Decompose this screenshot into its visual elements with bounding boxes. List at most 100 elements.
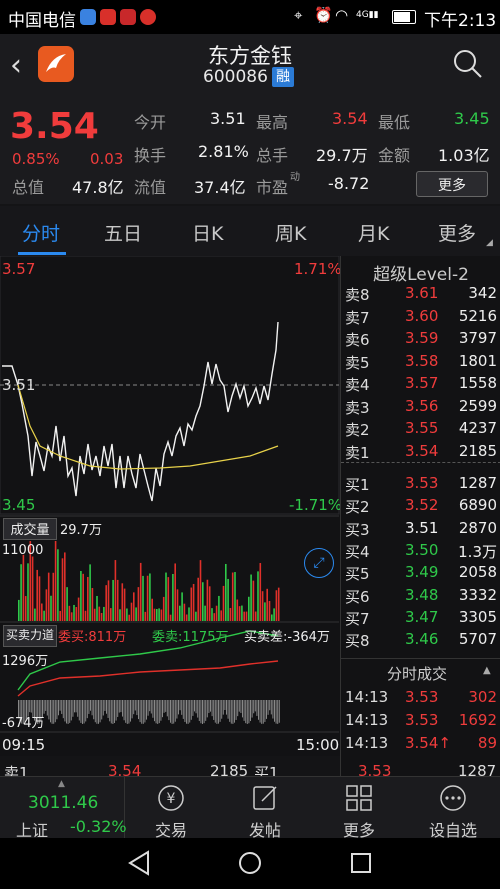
volume-bar bbox=[153, 608, 156, 621]
bid-row[interactable]: 买5 3.49 2058 bbox=[341, 563, 500, 585]
tab-weekly-k[interactable]: 周K bbox=[275, 219, 306, 246]
power-diff-bar bbox=[86, 700, 88, 719]
battery-icon bbox=[392, 10, 416, 24]
ask-row[interactable]: 卖6 3.59 3797 bbox=[341, 329, 500, 351]
volume-bar bbox=[36, 569, 38, 621]
power-diff-bar bbox=[226, 700, 227, 715]
volume-bar bbox=[199, 560, 202, 621]
app-logo bbox=[38, 46, 74, 82]
expand-up-icon: ▲ bbox=[58, 779, 65, 789]
bid-row[interactable]: 买8 3.46 5707 bbox=[341, 630, 500, 652]
power-diff-bar bbox=[64, 700, 66, 722]
power-diff-bar bbox=[264, 700, 266, 722]
ask-volume: 1801 bbox=[458, 351, 497, 370]
power-label[interactable]: 买卖力道 bbox=[3, 625, 57, 647]
power-diff-bar bbox=[230, 700, 232, 724]
bid-power-line bbox=[17, 630, 279, 691]
bid-power: 委卖:1175万 bbox=[152, 630, 229, 645]
volume-bar bbox=[116, 579, 119, 621]
expand-icon[interactable]: ⤢ bbox=[304, 548, 334, 578]
bid-row[interactable]: 买2 3.52 6890 bbox=[341, 496, 500, 518]
system-home-icon[interactable] bbox=[239, 852, 261, 874]
intraday-chart[interactable]: 3.57 1.71% 3.51 3.45 -1.71% 成交量 29.7万 11… bbox=[0, 256, 342, 756]
ask-row[interactable]: 卖7 3.60 5216 bbox=[341, 307, 500, 329]
power-diff-bar bbox=[205, 700, 207, 721]
power-diff-bar bbox=[163, 700, 165, 713]
more-button[interactable]: 更多 bbox=[316, 777, 402, 840]
volume-bar bbox=[89, 564, 91, 621]
bid-volume: 1287 bbox=[458, 474, 497, 492]
location-icon: ⌖ bbox=[294, 6, 303, 24]
level2-title[interactable]: 超级Level-2 bbox=[341, 260, 500, 285]
tick-row: 14:13 3.54↑ 89 bbox=[341, 734, 500, 756]
ask-price: 3.59 bbox=[405, 329, 439, 347]
system-recents-icon[interactable] bbox=[351, 853, 371, 873]
power-diff-bar bbox=[123, 700, 125, 721]
bid-row[interactable]: 买4 3.50 1.3万 bbox=[341, 541, 500, 563]
bid-row[interactable]: 买7 3.47 3305 bbox=[341, 608, 500, 630]
price-line bbox=[2, 321, 279, 502]
float-value: 37.4亿 bbox=[194, 178, 246, 197]
collapse-icon[interactable]: ▲ bbox=[483, 665, 491, 676]
volume-bar bbox=[54, 541, 57, 621]
volume-label[interactable]: 成交量 bbox=[3, 518, 57, 540]
bid-volume: 2058 bbox=[458, 563, 497, 582]
power-diff-bar bbox=[256, 700, 258, 716]
bid-price: 3.52 bbox=[405, 496, 439, 515]
volume-bar bbox=[112, 579, 114, 621]
volume-bar bbox=[243, 611, 245, 621]
power-diff-bar bbox=[99, 700, 101, 723]
search-icon[interactable] bbox=[452, 48, 484, 84]
ask-volume: 342 bbox=[468, 284, 497, 302]
index-value: 3011.46 bbox=[28, 793, 99, 813]
pe-value: -8.72 bbox=[328, 174, 370, 193]
ask-price: 3.57 bbox=[405, 374, 439, 392]
volume-bar bbox=[128, 614, 130, 621]
power-diff-bar bbox=[181, 700, 183, 715]
power-diff-bar bbox=[107, 700, 109, 718]
bid-row[interactable]: 买1 3.53 1287 bbox=[341, 474, 500, 496]
post-button[interactable]: 发帖 bbox=[222, 777, 308, 840]
volume-bar bbox=[158, 608, 160, 621]
power-top: 1296万 bbox=[2, 654, 49, 669]
tab-intraday[interactable]: 分时 bbox=[22, 219, 60, 246]
ask-row[interactable]: 卖8 3.61 342 bbox=[341, 284, 500, 306]
ask-level-label: 卖7 bbox=[345, 308, 370, 327]
power-diff-bar bbox=[115, 700, 117, 721]
power-diff-bar bbox=[184, 700, 186, 722]
volume-bar bbox=[18, 599, 20, 621]
volume-bar bbox=[176, 589, 179, 621]
power-diff-bar bbox=[106, 700, 107, 714]
amount-label: 金额 bbox=[378, 146, 411, 165]
bid-row[interactable]: 买6 3.48 3332 bbox=[341, 586, 500, 608]
volume-bar bbox=[169, 614, 172, 621]
bid-row[interactable]: 买3 3.51 2870 bbox=[341, 519, 500, 541]
ask-row[interactable]: 卖3 3.56 2599 bbox=[341, 397, 500, 419]
more-quote-button[interactable]: 更多 bbox=[416, 171, 488, 197]
app-notification-icon bbox=[80, 9, 96, 25]
ask-row[interactable]: 卖2 3.55 4237 bbox=[341, 419, 500, 441]
volume-bar bbox=[73, 604, 75, 621]
power-diff-bar bbox=[83, 700, 85, 724]
volume-bar bbox=[135, 607, 137, 621]
tab-more[interactable]: 更多 bbox=[438, 219, 476, 246]
power-diff-bar bbox=[134, 700, 136, 711]
power-diff-bar bbox=[187, 700, 189, 724]
system-back-icon[interactable] bbox=[128, 850, 149, 876]
tab-monthly-k[interactable]: 月K bbox=[358, 219, 389, 246]
tab-daily-k[interactable]: 日K bbox=[192, 219, 223, 246]
back-icon[interactable]: ‹ bbox=[10, 48, 22, 83]
book-divider bbox=[341, 462, 500, 463]
power-diff-bar bbox=[77, 700, 79, 717]
tab-five-day[interactable]: 五日 bbox=[104, 219, 142, 246]
ask-row[interactable]: 卖5 3.58 1801 bbox=[341, 352, 500, 374]
volume-bar bbox=[197, 577, 199, 621]
volume-bar bbox=[87, 576, 89, 621]
power-diff-bar bbox=[62, 700, 64, 719]
ask-row[interactable]: 卖1 3.54 2185 bbox=[341, 442, 500, 464]
ask-row[interactable]: 卖4 3.57 1558 bbox=[341, 374, 500, 396]
power-diff-bar bbox=[102, 700, 104, 716]
index-widget[interactable]: ▲ 3011.46 上证 -0.32% bbox=[0, 777, 127, 840]
trade-button[interactable]: ¥ 交易 bbox=[128, 777, 214, 840]
add-watchlist-button[interactable]: 设自选 bbox=[410, 777, 496, 840]
